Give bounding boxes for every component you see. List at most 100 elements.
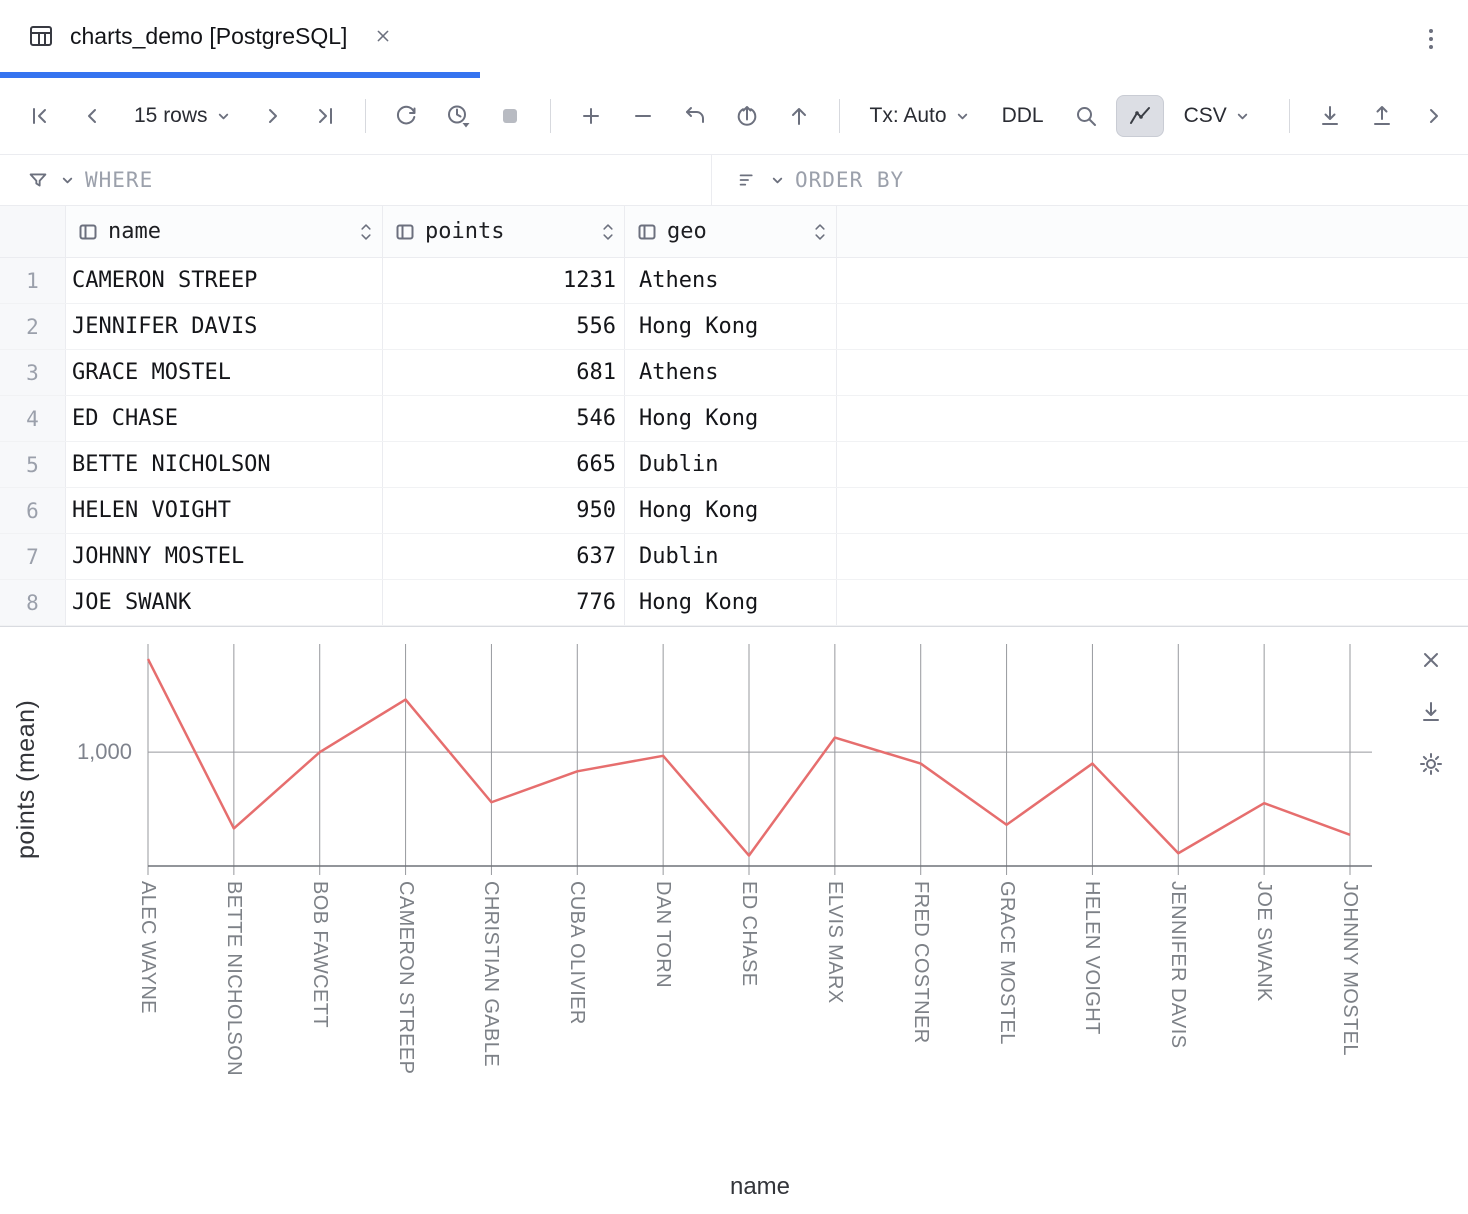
sort-icon [736,168,760,192]
cell-geo[interactable]: Hong Kong [625,580,837,625]
cell-points[interactable]: 776 [383,580,625,625]
search-button[interactable] [1064,94,1108,138]
cell-geo[interactable]: Dublin [625,534,837,579]
cell-points[interactable]: 950 [383,488,625,533]
row-number[interactable]: 4 [0,396,66,441]
x-axis-label: GRACE MOSTEL [997,881,1017,1045]
revert-button[interactable] [673,94,717,138]
table-header: name points geo [0,206,1468,258]
cell-name[interactable]: ED CHASE [66,396,383,441]
download-chart-icon[interactable] [1418,699,1444,725]
import-data-button[interactable] [1308,94,1352,138]
data-grid: name points geo 1 CAMERON STREEP 1231 At… [0,206,1468,626]
auto-refresh-button[interactable] [436,94,480,138]
chevron-down-icon [1235,109,1250,124]
submit-icon [734,103,760,129]
row-number[interactable]: 3 [0,350,66,395]
cell-name[interactable]: GRACE MOSTEL [66,350,383,395]
stop-button[interactable] [488,94,532,138]
x-axis-label: JENNIFER DAVIS [1168,881,1188,1048]
where-filter-input[interactable]: WHERE [0,155,712,205]
arrow-up-icon [786,103,812,129]
add-row-button[interactable] [569,94,613,138]
last-page-button[interactable] [303,94,347,138]
download-icon [1317,103,1343,129]
cell-points[interactable]: 665 [383,442,625,487]
submit-button[interactable] [725,94,769,138]
refresh-button[interactable] [384,94,428,138]
toolbar-overflow-button[interactable] [1412,94,1456,138]
export-format-dropdown[interactable]: CSV [1172,94,1262,138]
tab-charts-demo[interactable]: charts_demo [PostgreSQL] [0,0,413,72]
cell-geo[interactable]: Hong Kong [625,304,837,349]
row-number[interactable]: 2 [0,304,66,349]
transaction-mode-label: Tx: Auto [870,104,947,128]
cell-name[interactable]: BETTE NICHOLSON [66,442,383,487]
cell-name[interactable]: JOHNNY MOSTEL [66,534,383,579]
cell-geo[interactable]: Hong Kong [625,396,837,441]
cell-name[interactable]: HELEN VOIGHT [66,488,383,533]
line-chart [148,644,1372,894]
order-by-filter-input[interactable]: ORDER BY [712,155,1468,205]
first-page-button[interactable] [18,94,62,138]
stop-icon [497,103,523,129]
last-page-icon [312,103,338,129]
more-options-icon[interactable] [1418,26,1444,52]
previous-page-button[interactable] [70,94,114,138]
order-by-label: ORDER BY [795,168,904,192]
column-header-name[interactable]: name [66,206,383,257]
column-header-geo[interactable]: geo [625,206,837,257]
chevron-down-icon [216,109,231,124]
x-axis-label: BETTE NICHOLSON [224,881,244,1076]
table-row: 7 JOHNNY MOSTEL 637 Dublin [0,534,1468,580]
chart-settings-icon[interactable] [1418,751,1444,777]
chart-toolbar [1418,647,1444,777]
cell-name[interactable]: JOE SWANK [66,580,383,625]
export-data-button[interactable] [1360,94,1404,138]
x-axis-label: CUBA OLIVIER [567,881,587,1025]
x-axis-label: ELVIS MARX [825,881,845,1004]
clock-icon [445,103,471,129]
cell-points[interactable]: 546 [383,396,625,441]
sort-arrows-icon[interactable] [358,222,374,242]
y-axis-title: points (mean) [12,700,41,859]
cell-name[interactable]: JENNIFER DAVIS [66,304,383,349]
cell-points[interactable]: 1231 [383,258,625,303]
row-number[interactable]: 1 [0,258,66,303]
row-number[interactable]: 8 [0,580,66,625]
sort-arrows-icon[interactable] [600,222,616,242]
cell-geo[interactable]: Athens [625,258,837,303]
chevron-down-icon [955,109,970,124]
cell-points[interactable]: 637 [383,534,625,579]
search-icon [1073,103,1099,129]
ddl-button[interactable]: DDL [990,94,1056,138]
chart-view-button[interactable] [1116,95,1164,137]
row-number[interactable]: 6 [0,488,66,533]
cell-geo[interactable]: Dublin [625,442,837,487]
header-gutter [0,206,66,257]
editor-tab-bar: charts_demo [PostgreSQL] [0,0,1468,78]
tab-close-icon[interactable] [373,26,393,46]
column-header-points[interactable]: points [383,206,625,257]
export-format-label: CSV [1184,104,1227,128]
cell-points[interactable]: 681 [383,350,625,395]
commit-button[interactable] [777,94,821,138]
transaction-mode-dropdown[interactable]: Tx: Auto [858,94,982,138]
close-chart-icon[interactable] [1418,647,1444,673]
sort-arrows-icon[interactable] [812,222,828,242]
row-number[interactable]: 7 [0,534,66,579]
minus-icon [630,103,656,129]
table-row: 6 HELEN VOIGHT 950 Hong Kong [0,488,1468,534]
cell-geo[interactable]: Athens [625,350,837,395]
cell-geo[interactable]: Hong Kong [625,488,837,533]
cell-points[interactable]: 556 [383,304,625,349]
row-limit-dropdown[interactable]: 15 rows [122,94,243,138]
next-page-button[interactable] [251,94,295,138]
table-row: 2 JENNIFER DAVIS 556 Hong Kong [0,304,1468,350]
column-label: points [425,219,504,244]
delete-row-button[interactable] [621,94,665,138]
toolbar-separator [1289,99,1290,133]
cell-name[interactable]: CAMERON STREEP [66,258,383,303]
column-icon [78,222,98,242]
row-number[interactable]: 5 [0,442,66,487]
